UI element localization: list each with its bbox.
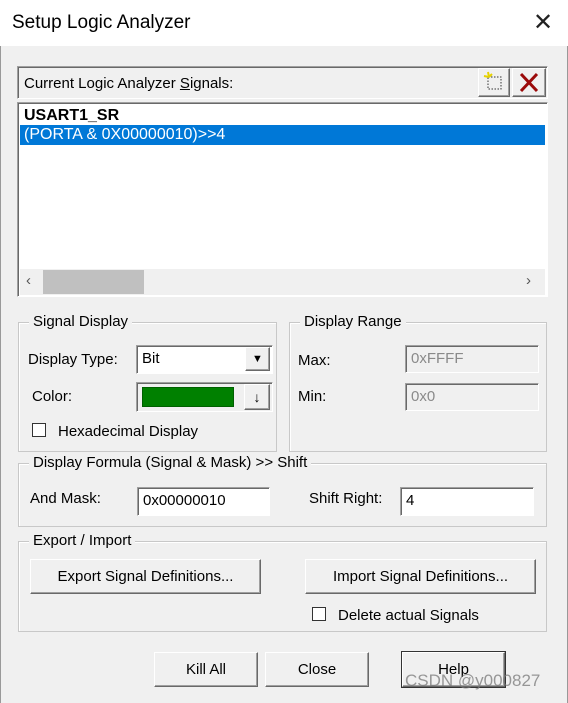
hexadecimal-label: Hexadecimal Display	[58, 423, 199, 440]
delete-icon	[519, 72, 539, 93]
and-mask-label: And Mask:	[30, 490, 101, 507]
close-icon[interactable]: ✕	[530, 8, 556, 38]
title-bar: Setup Logic Analyzer ✕	[0, 0, 568, 46]
group-legend: Display Formula (Signal & Mask) >> Shift	[29, 454, 312, 471]
min-label: Min:	[298, 388, 327, 405]
delete-actual-signals-label: Delete actual Signals	[338, 607, 479, 624]
and-mask-input[interactable]: 0x00000010	[137, 487, 270, 516]
list-item[interactable]: USART1_SR	[20, 106, 545, 125]
delete-actual-signals-checkbox[interactable]	[312, 607, 326, 621]
new-signal-icon	[483, 71, 502, 90]
signal-list[interactable]: USART1_SR (PORTA & 0X00000010)>>4 ‹ ›	[17, 102, 548, 297]
group-legend: Signal Display	[29, 313, 133, 330]
export-signal-definitions-button[interactable]: Export Signal Definitions...	[30, 559, 261, 594]
display-type-select[interactable]: Bit ▼	[136, 345, 273, 374]
signals-header: Current Logic Analyzer Signals:	[17, 66, 548, 99]
scroll-right-icon[interactable]: ›	[526, 272, 531, 289]
scrollbar-thumb[interactable]	[43, 270, 144, 294]
min-input[interactable]: 0x0	[405, 383, 539, 411]
window-title: Setup Logic Analyzer	[12, 12, 191, 33]
display-type-label: Display Type:	[28, 351, 118, 368]
shift-right-input[interactable]: 4	[400, 487, 534, 516]
close-button[interactable]: Close	[265, 652, 369, 687]
import-signal-definitions-button[interactable]: Import Signal Definitions...	[305, 559, 536, 594]
group-legend: Display Range	[300, 313, 406, 330]
shift-right-label: Shift Right:	[309, 490, 383, 507]
group-legend: Export / Import	[29, 532, 136, 549]
hexadecimal-checkbox[interactable]	[32, 423, 46, 437]
chevron-down-icon[interactable]: ▼	[245, 347, 270, 371]
max-input[interactable]: 0xFFFF	[405, 345, 539, 373]
display-type-value: Bit	[142, 350, 160, 367]
color-swatch	[142, 387, 234, 407]
horizontal-scrollbar[interactable]: ‹ ›	[20, 269, 545, 295]
new-signal-button[interactable]	[478, 68, 510, 97]
color-picker[interactable]: ↓	[136, 382, 273, 412]
arrow-down-icon[interactable]: ↓	[244, 384, 270, 410]
scroll-left-icon[interactable]: ‹	[26, 272, 31, 289]
list-item-selected[interactable]: (PORTA & 0X00000010)>>4	[20, 125, 545, 145]
color-label: Color:	[32, 388, 73, 405]
delete-signal-button[interactable]	[512, 68, 546, 97]
signals-label: Current Logic Analyzer Signals:	[24, 75, 234, 92]
watermark: CSDN @y000827	[405, 671, 541, 690]
kill-all-button[interactable]: Kill All	[154, 652, 258, 687]
max-label: Max:	[298, 352, 331, 369]
